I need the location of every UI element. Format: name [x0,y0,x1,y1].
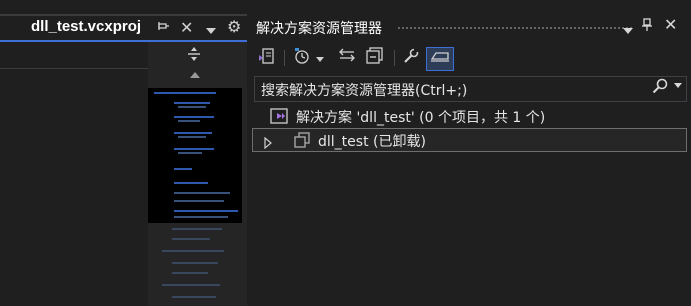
search-icon[interactable] [652,78,668,98]
close-panel-icon[interactable]: ✕ [664,15,677,34]
solution-explorer-title: 解决方案资源管理器 [256,21,382,37]
window-position-dropdown-icon[interactable] [623,23,633,38]
expand-arrow-icon[interactable] [264,134,272,153]
sync-with-active-document-icon[interactable] [336,47,358,69]
search-solution-explorer-input[interactable]: 搜索解决方案资源管理器(Ctrl+;) [254,76,687,102]
navigation-bar[interactable] [0,44,148,69]
project-label: dll_test (已卸载) [318,134,426,150]
solution-explorer-toolbar [252,44,691,74]
search-options-dropdown-icon[interactable] [674,81,682,91]
collapse-all-icon[interactable] [364,47,386,69]
switch-views-icon[interactable] [256,47,278,69]
pin-panel-icon[interactable] [642,18,652,36]
gear-icon[interactable]: ⚙ [227,17,241,36]
tree-item-solution[interactable]: 解决方案 'dll_test' (0 个项目，共 1 个) [252,105,685,127]
pending-changes-filter-icon[interactable] [292,47,312,69]
tree-item-project[interactable]: dll_test (已卸载) [252,128,687,152]
solution-explorer-title-bar[interactable]: 解决方案资源管理器 ✕ [252,14,691,40]
split-window-icon[interactable] [187,46,201,66]
drag-grip[interactable] [397,26,633,31]
solution-label: 解决方案 'dll_test' (0 个项目，共 1 个) [296,110,546,126]
properties-wrench-icon[interactable] [400,47,422,69]
minimap[interactable] [148,88,242,223]
unloaded-project-icon [293,131,311,153]
search-placeholder: 搜索解决方案资源管理器(Ctrl+;) [261,83,468,99]
preview-selected-items-icon[interactable] [426,47,454,71]
scroll-up-icon[interactable] [190,72,200,78]
pin-icon[interactable] [158,20,170,36]
editor-tab-title[interactable]: dll_test.vcxproj [31,18,141,35]
solution-icon [269,107,289,129]
close-tab-icon[interactable]: ✕ [180,18,193,37]
chevron-down-icon[interactable] [206,23,216,38]
filter-dropdown-icon[interactable] [314,47,326,69]
editor-pane: dll_test.vcxproj ✕ ⚙ [0,0,247,306]
editor-tab[interactable]: dll_test.vcxproj ✕ ⚙ [0,14,247,42]
solution-explorer-panel: 解决方案资源管理器 ✕ 搜索解决方案资源管理器(Ctrl+;) 解决方案 'dl… [252,14,691,306]
